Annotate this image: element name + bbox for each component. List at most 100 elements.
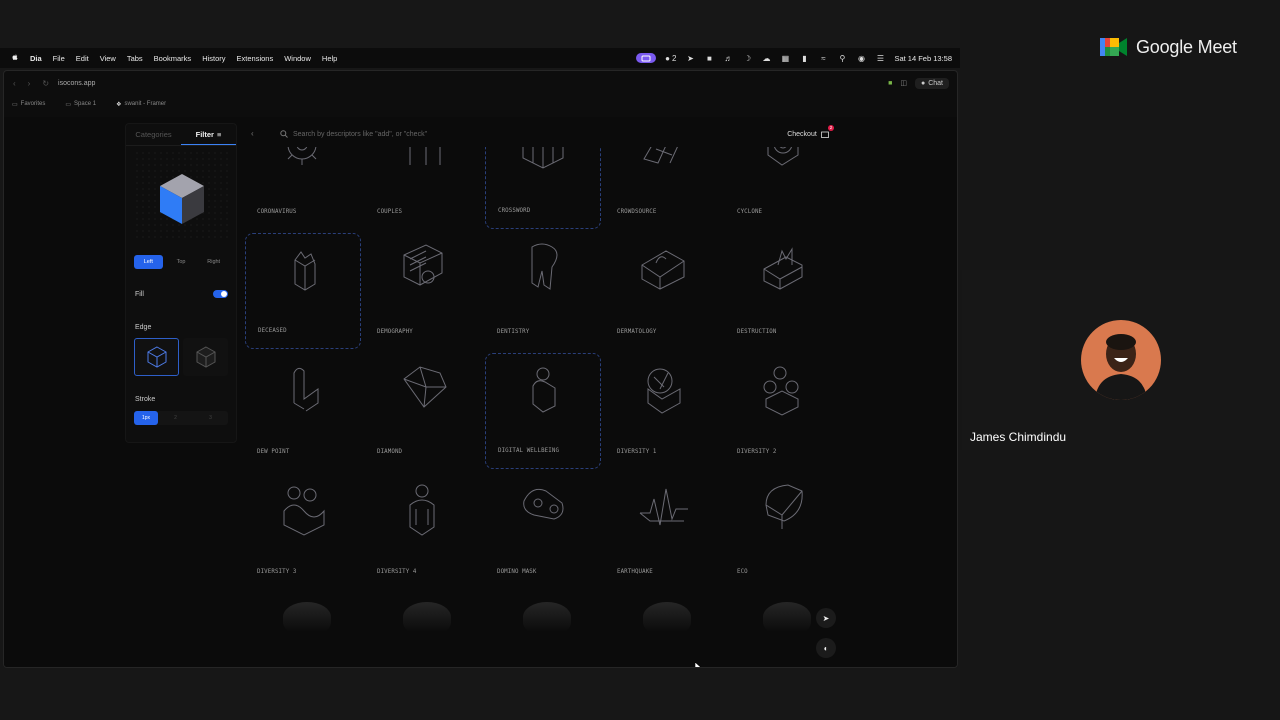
icon-card-loading: [523, 602, 571, 632]
edge-solid-option[interactable]: [183, 338, 228, 376]
stroke-1px-button[interactable]: 1px: [134, 411, 158, 425]
app-menu[interactable]: Dia: [30, 54, 42, 63]
menu-edit[interactable]: Edit: [76, 54, 89, 63]
search-input[interactable]: Search by descriptors like "add", or "ch…: [293, 131, 427, 138]
crowdsource-icon: [643, 147, 678, 164]
icon-card-diversity-1[interactable]: DIVERSITY 1: [605, 353, 721, 469]
icon-card-label: CROSSWORD: [498, 208, 531, 214]
icon-grid: CORONAVIRUS COUPLES CROSSWORD CROWDSOURCE CY…: [241, 147, 841, 667]
control-center-icon[interactable]: ☰: [875, 53, 885, 63]
moon-icon[interactable]: ☽: [742, 53, 752, 63]
dentistry-icon: [531, 243, 558, 290]
icon-card-crossword[interactable]: CROSSWORD: [485, 147, 601, 229]
reload-icon[interactable]: ↻: [42, 79, 49, 88]
cloud-icon[interactable]: ☁: [761, 53, 771, 63]
icon-card-label: DIVERSITY 2: [737, 449, 777, 455]
solid-cube-icon: [196, 346, 215, 368]
menu-history[interactable]: History: [202, 54, 225, 63]
volume-icon[interactable]: ♬: [723, 53, 733, 63]
stroke-2-button[interactable]: 2: [158, 411, 193, 425]
icon-card-dew-point[interactable]: DEW POINT: [245, 353, 361, 469]
back-icon[interactable]: ‹: [13, 79, 16, 88]
icon-card-label: DOMINO MASK: [497, 569, 537, 575]
fill-toggle[interactable]: [213, 290, 228, 298]
icon-card-dentistry[interactable]: DENTISTRY: [485, 233, 601, 349]
menu-bookmarks[interactable]: Bookmarks: [154, 54, 192, 63]
icon-card-label: CYCLONE: [737, 209, 763, 215]
diversity-2-icon: [763, 366, 799, 416]
mac-menu-bar: Dia File Edit View Tabs Bookmarks Histor…: [0, 48, 960, 68]
coronavirus-icon: [287, 147, 317, 165]
icon-card-digital-wellbeing[interactable]: DIGITAL WELLBEING: [485, 353, 601, 469]
screen-share-status-icon[interactable]: [636, 53, 657, 63]
keyboard-icon[interactable]: ▦: [780, 53, 790, 63]
view-top-button[interactable]: Top: [167, 255, 196, 269]
search-icon[interactable]: ⚲: [837, 53, 847, 63]
icon-card-label: DERMATOLOGY: [617, 329, 657, 335]
menu-extensions[interactable]: Extensions: [237, 54, 274, 63]
siri-icon[interactable]: ◉: [856, 53, 866, 63]
tab-filter[interactable]: Filter ≡: [181, 124, 236, 145]
icon-card-diamond[interactable]: DIAMOND: [365, 353, 481, 469]
cart-count-badge: 2: [828, 125, 834, 131]
icon-card-diversity-3[interactable]: DIVERSITY 3: [245, 473, 361, 589]
icon-card-diversity-2[interactable]: DIVERSITY 2: [725, 353, 841, 469]
eco-icon: [765, 484, 803, 529]
search-bar[interactable]: Search by descriptors like "add", or "ch…: [272, 123, 772, 145]
icon-card-earthquake[interactable]: EARTHQUAKE: [605, 473, 721, 589]
icon-card-cyclone[interactable]: CYCLONE: [725, 147, 841, 229]
apple-icon[interactable]: [11, 53, 19, 64]
share-button[interactable]: ➤: [816, 608, 836, 628]
url-field[interactable]: isocons.app: [58, 80, 95, 87]
icon-card-diversity-4[interactable]: DIVERSITY 4: [365, 473, 481, 589]
cyclone-icon: [767, 147, 799, 166]
icon-card-label: DIVERSITY 3: [257, 569, 297, 575]
icon-card-destruction[interactable]: DESTRUCTION: [725, 233, 841, 349]
theme-toggle-button[interactable]: ◐: [816, 638, 836, 658]
menu-view[interactable]: View: [100, 54, 116, 63]
checkout-button[interactable]: Checkout 2: [777, 123, 839, 145]
participant-tile[interactable]: James Chimdindu: [962, 270, 1280, 450]
checkout-label: Checkout: [787, 130, 817, 138]
extension-icon[interactable]: ■: [704, 53, 714, 63]
tab-categories[interactable]: Categories: [126, 124, 181, 145]
menu-window[interactable]: Window: [284, 54, 311, 63]
battery-icon[interactable]: ▮: [799, 53, 809, 63]
icon-card-label: DEW POINT: [257, 449, 290, 455]
icon-card-label: DEMOGRAPHY: [377, 329, 413, 335]
menu-tabs[interactable]: Tabs: [127, 54, 143, 63]
rocket-icon[interactable]: ➤: [685, 53, 695, 63]
folder-icon: ▭: [65, 101, 72, 108]
collapse-panel-icon[interactable]: ‹: [251, 129, 254, 138]
icon-card-coronavirus[interactable]: CORONAVIRUS: [245, 147, 361, 229]
icon-card-eco[interactable]: ECO: [725, 473, 841, 589]
icon-card-loading: [283, 602, 331, 632]
menubar-clock[interactable]: Sat 14 Feb 13:58: [894, 54, 952, 63]
view-left-button[interactable]: Left: [134, 255, 163, 269]
view-right-button[interactable]: Right: [199, 255, 228, 269]
icon-card-crowdsource[interactable]: CROWDSOURCE: [605, 147, 721, 229]
icon-card-loading: [763, 602, 811, 632]
contrast-icon: ◐: [823, 643, 829, 653]
menu-file[interactable]: File: [53, 54, 65, 63]
wifi-icon[interactable]: ≈: [818, 53, 828, 63]
icon-card-dermatology[interactable]: DERMATOLOGY: [605, 233, 721, 349]
chat-button[interactable]: ● Chat: [914, 77, 949, 89]
icon-card-deceased[interactable]: DECEASED: [245, 233, 361, 349]
menu-help[interactable]: Help: [322, 54, 337, 63]
space-folder[interactable]: ▭ Space 1: [65, 101, 96, 108]
extension-frog-icon[interactable]: ■: [888, 80, 892, 87]
stroke-options: 1px 2 3: [134, 411, 228, 425]
sidebar-toggle-icon[interactable]: ◫: [900, 79, 907, 87]
diamond-icon: [403, 366, 447, 408]
forward-icon[interactable]: ›: [28, 79, 31, 88]
icon-card-domino-mask[interactable]: DOMINO MASK: [485, 473, 601, 589]
icon-card-couples[interactable]: COUPLES: [365, 147, 481, 229]
favorites-folder[interactable]: ▭ Favorites: [12, 101, 45, 108]
icon-card-demography[interactable]: DEMOGRAPHY: [365, 233, 481, 349]
edge-outline-option[interactable]: [134, 338, 180, 376]
stroke-3-button[interactable]: 3: [193, 411, 228, 425]
notification-icon[interactable]: ● 2: [665, 53, 676, 63]
framer-bookmark[interactable]: ❖ swanit - Framer: [116, 101, 166, 108]
earthquake-icon: [639, 488, 688, 526]
